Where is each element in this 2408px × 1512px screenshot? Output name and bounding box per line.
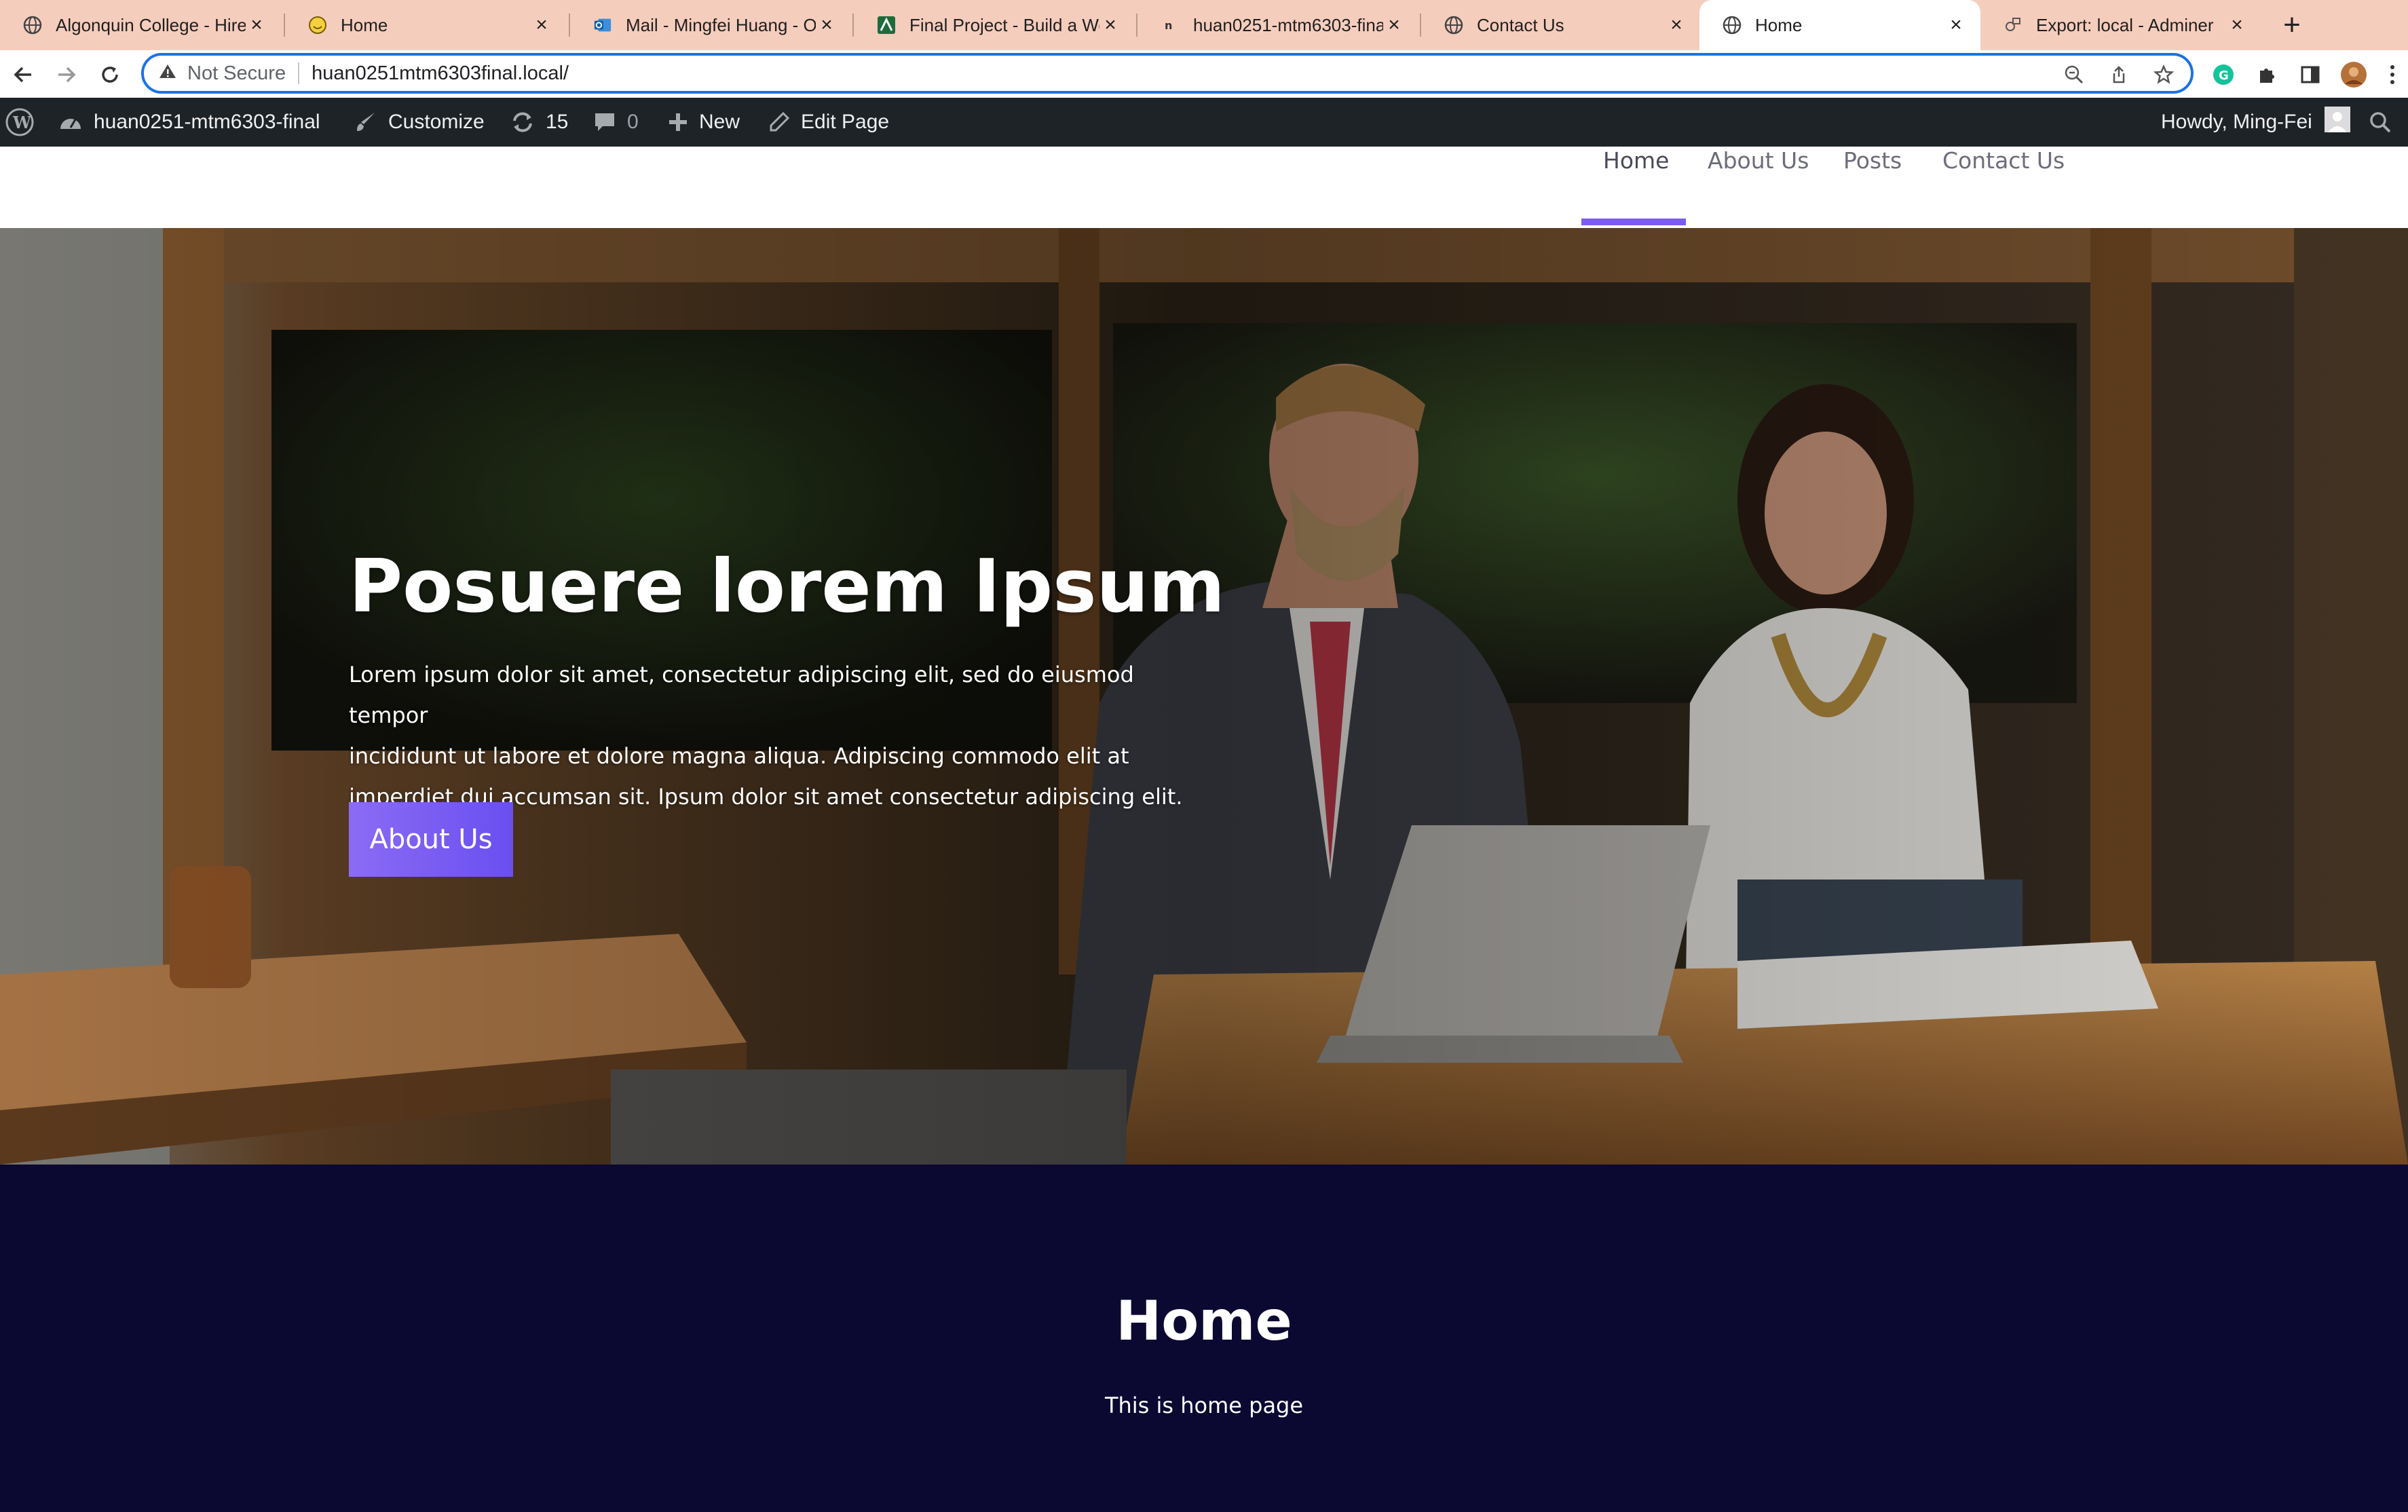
- about-us-button[interactable]: About Us: [349, 802, 513, 877]
- customize-link[interactable]: Customize: [354, 98, 485, 147]
- wp-admin-bar: W huan0251-mtm6303-final Customize 15 0 …: [0, 98, 2408, 147]
- smiley-icon: [308, 16, 327, 35]
- close-icon[interactable]: ×: [1383, 14, 1405, 37]
- close-icon[interactable]: ×: [1666, 14, 1687, 37]
- customize-label: Customize: [388, 111, 485, 133]
- reload-icon: [102, 67, 118, 83]
- active-menu-indicator: [1581, 219, 1686, 225]
- admin-search-button[interactable]: [2369, 98, 2392, 147]
- tab-title: Home: [341, 14, 388, 35]
- svg-text:G: G: [2219, 69, 2229, 83]
- updates-link[interactable]: 15: [510, 98, 568, 147]
- tab-home-active[interactable]: Home ×: [1699, 0, 1980, 50]
- svg-text:W: W: [12, 113, 32, 132]
- howdy-text: Howdy, Ming-Fei: [2161, 111, 2312, 133]
- divider: [298, 62, 300, 84]
- grammarly-icon[interactable]: G: [2208, 60, 2238, 90]
- arrow-left-icon: [14, 67, 31, 83]
- new-content-link[interactable]: New: [668, 98, 740, 147]
- adminer-icon: [2003, 16, 2023, 35]
- home-content-section: Home This is home page: [0, 1165, 2408, 1512]
- close-icon[interactable]: ×: [246, 14, 267, 37]
- comments-count: 0: [627, 111, 639, 133]
- hero-text: Lorem ipsum dolor sit amet, consectetur …: [349, 654, 1204, 817]
- new-label: New: [699, 111, 740, 133]
- address-bar[interactable]: Not Secure huan0251mtm6303final.local/: [141, 53, 2194, 94]
- extensions-puzzle-icon[interactable]: [2252, 60, 2282, 90]
- tab-local-site[interactable]: n huan0251-mtm6303-fina ×: [1137, 0, 1418, 50]
- menu-kebab-icon[interactable]: [2382, 60, 2403, 90]
- page-subtitle: This is home page: [1104, 1393, 1304, 1418]
- browser-tab-strip: Algonquin College - Hire/ × Home × Mail …: [0, 0, 2408, 50]
- hero-text-line: Lorem ipsum dolor sit amet, consectetur …: [349, 662, 1134, 728]
- arrow-right-icon: [58, 67, 76, 83]
- tab-mail[interactable]: Mail - Mingfei Huang - Ou ×: [570, 0, 851, 50]
- globe-icon: [23, 16, 42, 35]
- tab-final-project[interactable]: Final Project - Build a Wo ×: [854, 0, 1135, 50]
- page-title: Home: [1116, 1289, 1292, 1353]
- account-menu[interactable]: Howdy, Ming-Fei: [2161, 98, 2350, 147]
- tab-title: Contact Us: [1477, 14, 1564, 35]
- tab-title: Export: local - Adminer: [2036, 14, 2214, 35]
- comments-link[interactable]: 0: [593, 98, 639, 147]
- svg-text:n: n: [1165, 19, 1172, 32]
- menu-item-label: Home: [1603, 147, 1670, 174]
- bookmark-star-icon[interactable]: [2150, 61, 2177, 88]
- plus-icon: [668, 112, 688, 132]
- comment-bubble-icon: [593, 111, 616, 133]
- forward-button[interactable]: [52, 60, 81, 90]
- zoom-icon[interactable]: [2061, 61, 2088, 88]
- pencil-icon: [768, 111, 790, 133]
- tab-home-1[interactable]: Home ×: [285, 0, 566, 50]
- menu-item-label: Contact Us: [1942, 147, 2065, 174]
- close-icon[interactable]: ×: [816, 14, 838, 37]
- reload-button[interactable]: [95, 60, 125, 90]
- site-header: Home About Us Posts Contact Us: [0, 147, 2408, 228]
- profile-avatar-icon[interactable]: [2339, 60, 2369, 90]
- security-label[interactable]: Not Secure: [187, 62, 286, 85]
- tab-title: Final Project - Build a Wo: [909, 14, 1099, 35]
- globe-icon: [1444, 16, 1463, 35]
- local-icon: n: [1161, 16, 1180, 35]
- search-icon: [2370, 112, 2391, 133]
- tab-title: Algonquin College - Hire/: [56, 14, 246, 35]
- back-button[interactable]: [8, 60, 38, 90]
- close-icon[interactable]: ×: [2226, 14, 2248, 37]
- share-icon[interactable]: [2105, 61, 2132, 88]
- tab-contact-us[interactable]: Contact Us ×: [1421, 0, 1701, 50]
- wordpress-logo-button[interactable]: W: [5, 98, 34, 147]
- globe-icon: [1723, 16, 1742, 35]
- brush-icon: [354, 111, 377, 134]
- new-tab-button[interactable]: +: [2275, 0, 2309, 50]
- tab-title: huan0251-mtm6303-fina: [1193, 14, 1383, 35]
- tab-title: Home: [1755, 14, 1803, 35]
- tab-adminer[interactable]: Export: local - Adminer ×: [1980, 0, 2261, 50]
- sidebar-panel-icon[interactable]: [2295, 60, 2325, 90]
- tab-algonquin[interactable]: Algonquin College - Hire/ ×: [0, 0, 281, 50]
- hero-section: Posuere lorem Ipsum Lorem ipsum dolor si…: [0, 228, 2408, 1165]
- edit-page-link[interactable]: Edit Page: [768, 98, 889, 147]
- site-name: huan0251-mtm6303-final: [94, 111, 320, 133]
- menu-item-label: Posts: [1843, 147, 1902, 174]
- updates-icon: [510, 111, 535, 134]
- close-icon[interactable]: ×: [531, 14, 552, 37]
- updates-count: 15: [546, 111, 569, 133]
- brightspace-icon: [877, 16, 896, 35]
- close-icon[interactable]: ×: [1945, 14, 1967, 37]
- hero-text-line: incididunt ut labore et dolore magna ali…: [349, 743, 1129, 769]
- menu-item-label: About Us: [1708, 147, 1809, 174]
- outlook-icon: [593, 16, 612, 35]
- close-icon[interactable]: ×: [1099, 14, 1121, 37]
- hero-title: Posuere lorem Ipsum: [349, 544, 1225, 629]
- site-name-link[interactable]: huan0251-mtm6303-final: [58, 98, 320, 147]
- url-text[interactable]: huan0251mtm6303final.local/: [312, 62, 569, 85]
- edit-page-label: Edit Page: [801, 111, 890, 133]
- user-avatar-icon: [2324, 107, 2350, 138]
- dashboard-icon: [58, 111, 83, 133]
- warning-icon[interactable]: [159, 63, 176, 84]
- tab-title: Mail - Mingfei Huang - Ou: [626, 14, 816, 35]
- wordpress-icon: W: [5, 108, 34, 136]
